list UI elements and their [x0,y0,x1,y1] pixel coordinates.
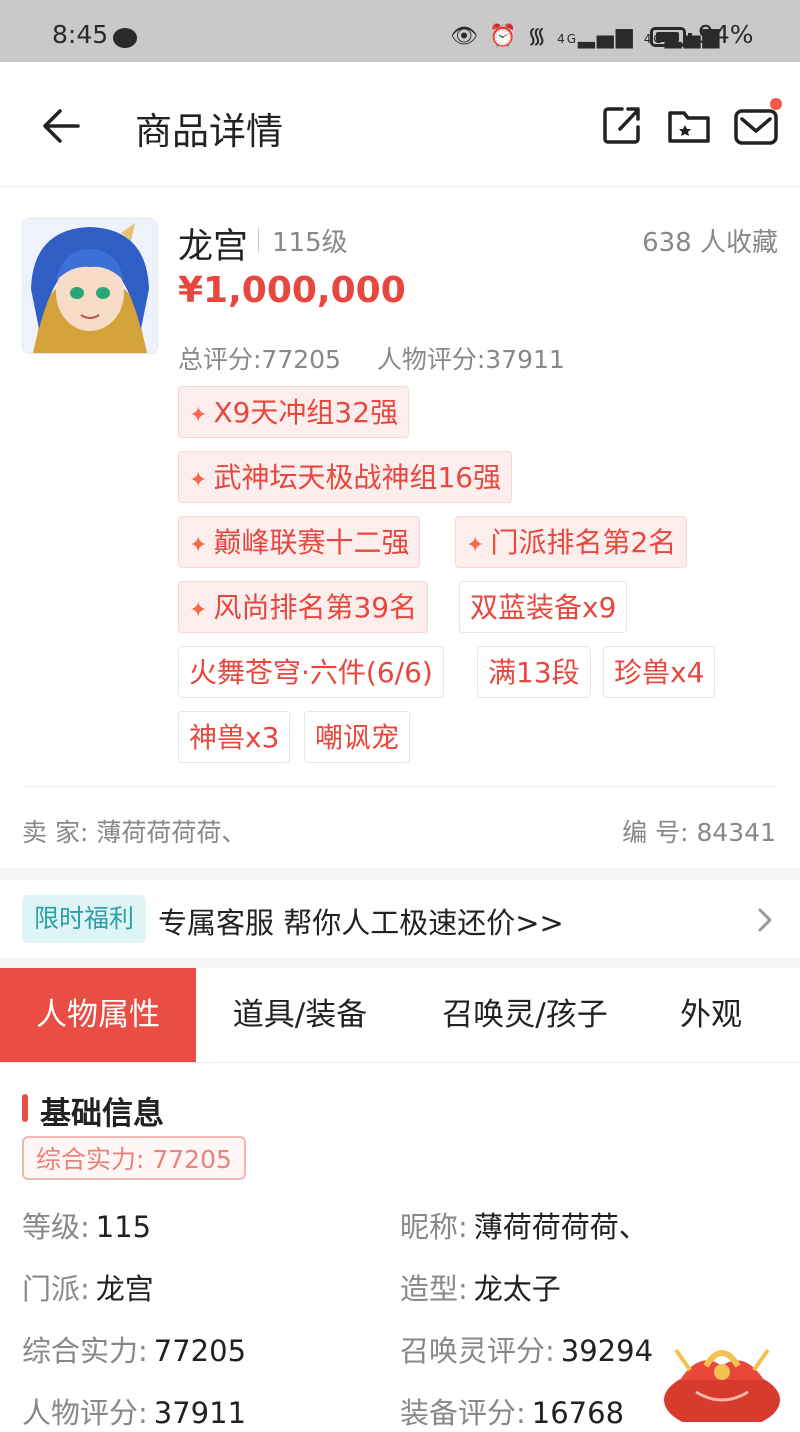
page-title: 商品详情 [135,110,283,153]
divider [22,786,778,787]
diamond-star-icon: ✦ [189,598,208,623]
diamond-star-icon: ✦ [189,468,208,493]
tag: ✦ 门派排名第2名 [455,516,688,568]
section-marker [22,1094,28,1122]
share-icon[interactable] [600,103,644,147]
info-model: 造型: 龙太子 [400,1272,561,1306]
info-power: 综合实力: 77205 [22,1334,247,1368]
character-avatar [22,218,158,354]
score-line: 总评分:77205 人物评分:37911 [178,340,565,376]
tag: 火舞苍穹·六件(6/6) [178,646,444,698]
tab-items-equipment[interactable]: 道具/装备 [200,968,400,1062]
tab-summons-children[interactable]: 召唤灵/孩子 [420,968,630,1062]
name-separator [258,228,259,252]
character-name: 龙宫 [178,227,249,267]
tag: 满13段 [477,646,591,698]
section-title: 基础信息 [40,1096,164,1132]
battery-icon [650,27,686,47]
tab-appearance[interactable]: 外观 [650,968,772,1062]
signal-icon: 4G [557,32,579,46]
eye-icon: 👁 [450,24,480,49]
message-icon[interactable] [732,103,780,147]
tab-character-attributes[interactable]: 人物属性 [0,968,196,1062]
gift-bag-icon[interactable] [640,1330,800,1422]
favorite-count: 638 人收藏 [642,228,778,258]
battery-fill [656,32,679,42]
power-badge: 综合实力: 77205 [22,1136,246,1180]
tag: ✦ 巅峰联赛十二强 [178,516,421,568]
total-score: 总评分:77205 [178,345,341,374]
diamond-star-icon: ✦ [466,533,485,558]
alarm-icon: ⏰ [488,24,519,49]
chevron-right-icon[interactable] [752,902,776,938]
info-nickname: 昵称: 薄荷荷荷荷、 [400,1210,648,1244]
tag: ✦ 风尚排名第39名 [178,581,429,633]
promo-text[interactable]: 专属客服 帮你人工极速还价>> [158,900,564,942]
character-score: 人物评分:37911 [376,345,565,374]
tag: ✦ X9天冲组32强 [178,386,410,438]
tag: ✦ 武神坛天极战神组16强 [178,451,513,503]
tag: 双蓝装备x9 [459,581,628,633]
info-level: 等级: 115 [22,1210,152,1244]
info-equipment-score: 装备评分: 16768 [400,1396,625,1430]
favorite-folder-icon[interactable] [666,103,712,147]
notification-dot [770,98,782,110]
info-school: 门派: 龙宫 [22,1272,154,1306]
tag: 神兽x3 [178,711,291,763]
tag: 珍兽x4 [603,646,716,698]
section-gap [0,868,800,880]
back-arrow-icon[interactable] [40,104,84,148]
info-character-score: 人物评分: 37911 [22,1396,247,1430]
status-time: 8:45 [52,20,109,49]
diamond-star-icon: ✦ [189,403,208,428]
seller-info[interactable]: 卖 家: 薄荷荷荷荷、 [22,813,246,849]
price: ¥1,000,000 [178,270,406,311]
section-gap [0,958,800,968]
promo-badge: 限时福利 [22,895,146,943]
diamond-star-icon: ✦ [189,533,208,558]
battery-percent: 94% [698,20,754,49]
info-summon-score: 召唤灵评分: 39294 [400,1334,654,1368]
chat-bubble-icon [113,28,137,48]
serial-number: 编 号: 84341 [622,818,776,847]
character-level: 115级 [272,228,348,258]
tag: 嘲讽宠 [304,711,411,763]
wifi-icon: ᯾ [527,24,549,49]
battery-tip [688,33,692,41]
